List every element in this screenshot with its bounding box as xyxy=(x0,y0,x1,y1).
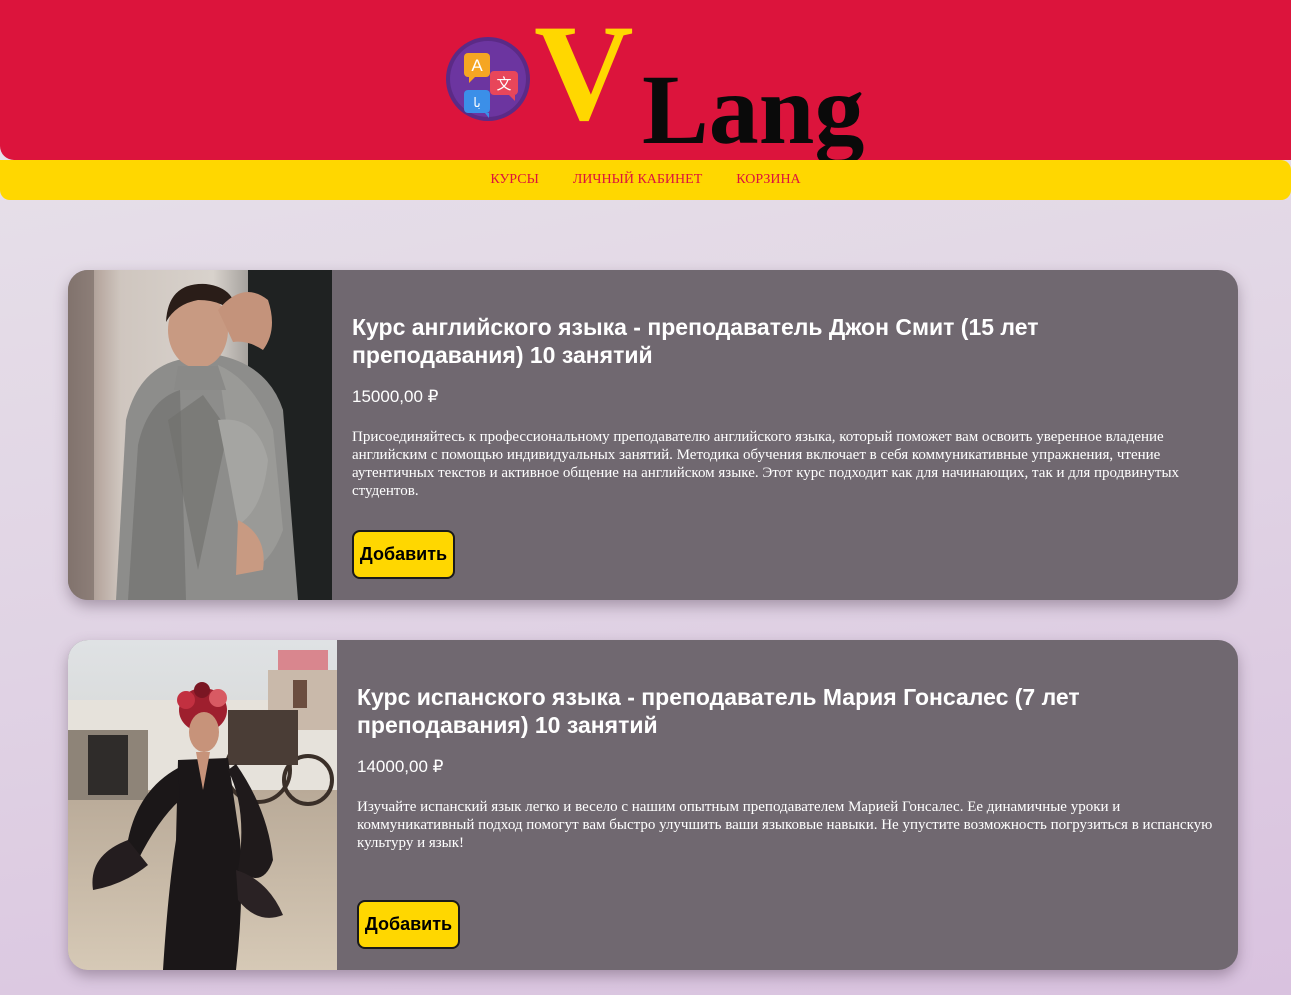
course-price: 15000,00 ₽ xyxy=(352,387,439,406)
course-description: Изучайте испанский язык легко и весело с… xyxy=(357,799,1213,851)
course-card-spanish: Курс испанского языка - преподаватель Ма… xyxy=(68,640,1238,970)
teacher-photo-maria xyxy=(68,640,337,970)
teacher-photo-john xyxy=(68,270,332,600)
site-logo[interactable]: A 文 ﺑﺎ V Lang xyxy=(444,4,884,160)
site-header: A 文 ﺑﺎ V Lang xyxy=(0,0,1291,160)
course-price: 14000,00 ₽ xyxy=(357,757,444,776)
emblem-glyph-a: A xyxy=(471,56,483,75)
course-description: Присоединяйтесь к профессиональному преп… xyxy=(352,429,1180,499)
nav-cart-link[interactable]: КОРЗИНА xyxy=(736,172,800,188)
add-to-cart-button[interactable]: Добавить xyxy=(357,900,460,949)
logo-word-lang: Lang xyxy=(642,54,865,165)
nav-account-link[interactable]: ЛИЧНЫЙ КАБИНЕТ xyxy=(573,172,702,188)
translate-chat-bubbles-icon: A 文 ﺑﺎ xyxy=(445,36,531,122)
course-card-english: Курс английского языка - преподаватель Д… xyxy=(68,270,1238,600)
emblem-glyph-wen: 文 xyxy=(496,75,511,93)
nav-courses-link[interactable]: КУРСЫ xyxy=(490,172,538,188)
emblem-glyph-arabic: ﺑﺎ xyxy=(473,96,481,111)
main-nav: КУРСЫ ЛИЧНЫЙ КАБИНЕТ КОРЗИНА xyxy=(0,160,1291,200)
course-title: Курс английского языка - преподаватель Д… xyxy=(352,314,1039,368)
course-title: Курс испанского языка - преподаватель Ма… xyxy=(357,684,1080,738)
add-to-cart-button[interactable]: Добавить xyxy=(352,530,455,579)
logo-letter-v: V xyxy=(534,0,634,149)
